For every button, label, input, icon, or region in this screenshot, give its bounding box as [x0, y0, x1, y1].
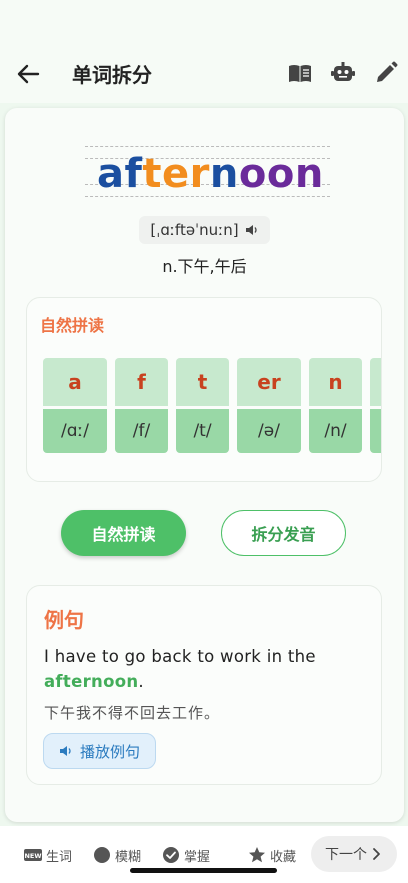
tile-grapheme: t — [176, 358, 229, 406]
word-letter: n — [209, 151, 239, 197]
tile-ipa: /n/ — [309, 409, 362, 453]
bottom-bar: NEW 生词 模糊 掌握 收藏 下一个 — [0, 826, 408, 883]
tile-grapheme: n — [309, 358, 362, 406]
tile-ipa: /ə/ — [237, 409, 301, 453]
word-letter: o — [266, 151, 295, 197]
top-bar: 单词拆分 — [0, 0, 408, 103]
sentence-keyword: afternoon — [44, 672, 139, 691]
tile-grapheme: f — [115, 358, 168, 406]
tile-ipa: /t/ — [176, 409, 229, 453]
word-card: afternoon [ˌɑːftəˈnuːn] n.下午,午后 自然拼读 a/ɑ… — [5, 108, 404, 822]
tile-ipa: /ɑː/ — [43, 409, 107, 453]
new-word-button[interactable]: NEW 生词 — [24, 844, 72, 866]
phonics-title: 自然拼读 — [40, 316, 105, 335]
phonics-tile[interactable]: f/f/ — [115, 358, 168, 454]
back-arrow-icon[interactable] — [14, 60, 42, 88]
favorite-label: 收藏 — [270, 849, 297, 865]
example-sentence: I have to go back to work in the afterno… — [44, 644, 364, 694]
example-section: 例句 I have to go back to work in the afte… — [26, 585, 382, 785]
check-circle-icon — [163, 847, 179, 863]
phonics-tile[interactable]: er/ə/ — [237, 358, 301, 454]
word-letter: f — [124, 151, 143, 197]
new-word-label: 生词 — [46, 849, 73, 865]
mastered-label: 掌握 — [184, 849, 211, 865]
phonics-button[interactable]: 自然拼读 — [61, 510, 186, 556]
sentence-end: . — [138, 672, 144, 691]
word-letter: a — [97, 151, 125, 197]
word-letter: e — [162, 151, 190, 197]
word-meaning: n.下午,午后 — [162, 257, 247, 276]
blurry-button[interactable]: 模糊 — [93, 844, 141, 866]
split-pronunciation-button[interactable]: 拆分发音 — [221, 510, 346, 556]
word-display: afternoon — [85, 146, 330, 201]
next-label: 下一个 — [325, 847, 367, 863]
tile-ipa — [370, 409, 381, 453]
phonics-tile[interactable] — [370, 358, 381, 454]
edit-icon[interactable] — [373, 60, 399, 86]
circle-icon — [94, 847, 110, 863]
word-text: afternoon — [97, 151, 324, 197]
word-letter: n — [294, 151, 324, 197]
new-badge-text: NEW — [24, 852, 41, 860]
phonics-tile[interactable]: t/t/ — [176, 358, 229, 454]
tile-grapheme: er — [237, 358, 301, 406]
sentence-text: I have to go back to work in the — [44, 647, 316, 666]
new-badge-icon: NEW — [24, 849, 42, 861]
robot-icon[interactable] — [330, 60, 356, 86]
word-letter: r — [189, 151, 210, 197]
tile-grapheme: a — [43, 358, 107, 406]
phonics-tiles: a/ɑː/f/f/t/t/er/ə/n/n/ — [43, 358, 381, 454]
tile-ipa: /f/ — [115, 409, 168, 453]
next-button[interactable]: 下一个 — [311, 836, 397, 872]
phonics-tile[interactable]: n/n/ — [309, 358, 362, 454]
example-translation: 下午我不得不回去工作。 — [44, 704, 221, 722]
phonics-tile[interactable]: a/ɑː/ — [43, 358, 107, 454]
favorite-button[interactable]: 收藏 — [248, 844, 296, 866]
home-indicator — [130, 868, 277, 873]
chevron-right-icon — [373, 848, 380, 860]
play-example-label: 播放例句 — [79, 742, 140, 761]
word-letter: o — [238, 151, 267, 197]
phonics-section: 自然拼读 a/ɑː/f/f/t/t/er/ə/n/n/ — [26, 297, 382, 482]
speaker-icon — [59, 746, 71, 756]
phonetic-chip[interactable]: [ˌɑːftəˈnuːn] — [139, 216, 270, 244]
tile-grapheme — [370, 358, 381, 406]
blurry-label: 模糊 — [115, 849, 142, 865]
word-letter: t — [142, 151, 163, 197]
example-title: 例句 — [44, 608, 84, 632]
phonetic-text: [ˌɑːftəˈnuːn] — [150, 221, 239, 239]
play-example-button[interactable]: 播放例句 — [43, 733, 156, 769]
speaker-icon[interactable] — [245, 223, 259, 237]
star-icon — [249, 847, 265, 863]
mastered-button[interactable]: 掌握 — [162, 844, 210, 866]
book-icon[interactable] — [287, 60, 313, 86]
page-title: 单词拆分 — [72, 63, 152, 87]
guide-line — [85, 146, 330, 147]
